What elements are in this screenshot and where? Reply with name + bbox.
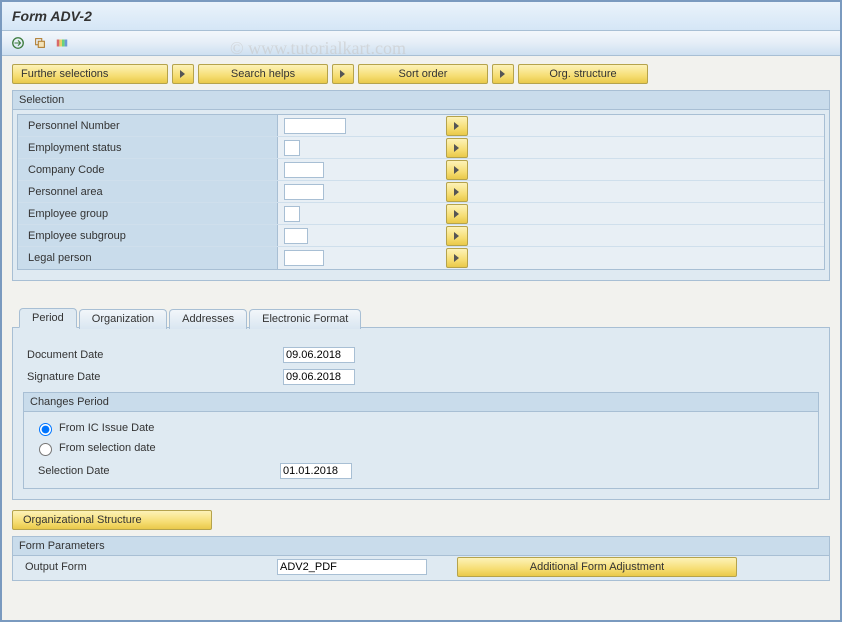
multi-select-icon[interactable] — [446, 182, 468, 202]
personnel-number-label: Personnel Number — [18, 115, 278, 136]
legal-person-input[interactable] — [284, 250, 324, 266]
selection-groupbox: Selection Personnel Number Employment st… — [12, 90, 830, 281]
personnel-area-label: Personnel area — [18, 181, 278, 202]
arrow-icon[interactable] — [492, 64, 514, 84]
employee-subgroup-input[interactable] — [284, 228, 308, 244]
personnel-area-input[interactable] — [284, 184, 324, 200]
form-parameters-title: Form Parameters — [13, 537, 829, 556]
sort-order-button[interactable]: Sort order — [358, 64, 488, 84]
tab-strip: Period Organization Addresses Electronic… — [19, 308, 363, 328]
employment-status-input[interactable] — [284, 140, 300, 156]
multi-select-icon[interactable] — [446, 248, 468, 268]
further-selections-button[interactable]: Further selections — [12, 64, 168, 84]
employee-group-input[interactable] — [284, 206, 300, 222]
selection-date-input[interactable] — [280, 463, 352, 479]
selection-title: Selection — [13, 91, 829, 110]
organizational-structure-button[interactable]: Organizational Structure — [12, 510, 212, 530]
company-code-input[interactable] — [284, 162, 324, 178]
tab-period[interactable]: Period — [19, 308, 77, 328]
arrow-icon[interactable] — [172, 64, 194, 84]
app-toolbar — [2, 31, 840, 56]
main-content: Further selections Search helps Sort ord… — [2, 56, 840, 599]
document-date-input[interactable] — [283, 347, 355, 363]
form-parameters-groupbox: Form Parameters Output Form Additional F… — [12, 536, 830, 581]
variant-icon[interactable] — [32, 35, 48, 51]
document-date-label: Document Date — [23, 349, 283, 361]
tab-organization[interactable]: Organization — [79, 309, 167, 329]
tab-addresses[interactable]: Addresses — [169, 309, 247, 329]
multi-select-icon[interactable] — [446, 138, 468, 158]
changes-period-title: Changes Period — [24, 393, 818, 412]
output-form-input[interactable] — [277, 559, 427, 575]
changes-period-group: Changes Period From IC Issue Date From s… — [23, 392, 819, 489]
from-ic-issue-radio[interactable] — [39, 423, 52, 436]
signature-date-label: Signature Date — [23, 371, 283, 383]
multi-select-icon[interactable] — [446, 116, 468, 136]
execute-icon[interactable] — [10, 35, 26, 51]
multi-select-icon[interactable] — [446, 226, 468, 246]
output-form-label: Output Form — [21, 561, 277, 573]
tab-electronic-format[interactable]: Electronic Format — [249, 309, 361, 329]
employee-subgroup-label: Employee subgroup — [18, 225, 278, 246]
color-palette-icon[interactable] — [54, 35, 70, 51]
arrow-icon[interactable] — [332, 64, 354, 84]
multi-select-icon[interactable] — [446, 160, 468, 180]
signature-date-input[interactable] — [283, 369, 355, 385]
legal-person-label: Legal person — [18, 247, 278, 269]
from-selection-radio[interactable] — [39, 443, 52, 456]
additional-form-adjustment-button[interactable]: Additional Form Adjustment — [457, 557, 737, 577]
selection-button-row: Further selections Search helps Sort ord… — [12, 64, 830, 84]
employment-status-label: Employment status — [18, 137, 278, 158]
tab-panel: Period Organization Addresses Electronic… — [12, 327, 830, 500]
company-code-label: Company Code — [18, 159, 278, 180]
multi-select-icon[interactable] — [446, 204, 468, 224]
org-structure-button[interactable]: Org. structure — [518, 64, 648, 84]
personnel-number-input[interactable] — [284, 118, 346, 134]
from-selection-label: From selection date — [59, 442, 156, 454]
selection-date-label: Selection Date — [34, 465, 280, 477]
employee-group-label: Employee group — [18, 203, 278, 224]
from-ic-issue-label: From IC Issue Date — [59, 422, 154, 434]
search-helps-button[interactable]: Search helps — [198, 64, 328, 84]
page-title: Form ADV-2 — [2, 2, 840, 31]
